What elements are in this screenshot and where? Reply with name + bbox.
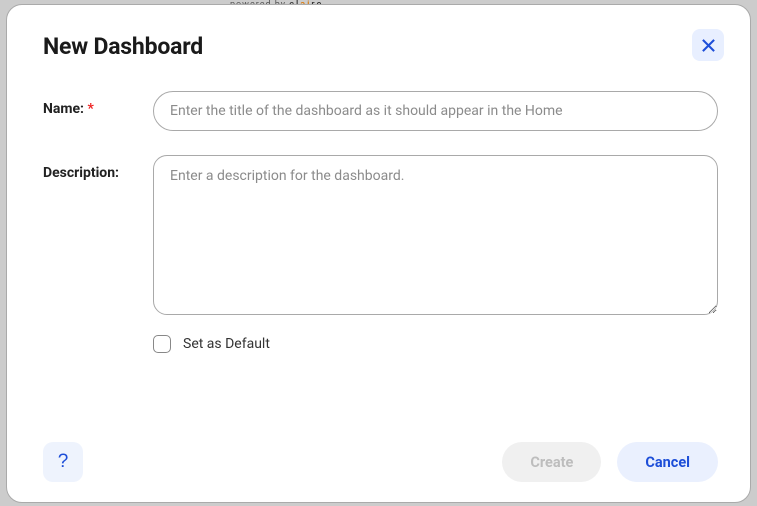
name-input[interactable] (153, 91, 718, 131)
description-input[interactable] (153, 155, 718, 315)
help-button[interactable]: ? (43, 442, 83, 482)
close-icon (701, 38, 716, 53)
default-row: Set as Default (153, 335, 718, 353)
close-button[interactable] (692, 29, 724, 61)
set-default-checkbox[interactable] (153, 335, 171, 353)
cancel-button[interactable]: Cancel (617, 442, 718, 482)
modal-title: New Dashboard (43, 33, 203, 60)
description-label: Description: (43, 155, 153, 181)
modal-footer: ? Create Cancel (43, 430, 718, 482)
form-body: Name: * Description: Set as Default (43, 91, 718, 430)
modal-header: New Dashboard (43, 33, 718, 61)
new-dashboard-modal: New Dashboard Name: * Description: Set a… (6, 4, 751, 503)
set-default-label: Set as Default (183, 336, 270, 352)
name-label: Name: * (43, 91, 153, 117)
name-row: Name: * (43, 91, 718, 131)
create-button[interactable]: Create (502, 442, 601, 482)
description-row: Description: (43, 155, 718, 315)
footer-actions: Create Cancel (502, 442, 718, 482)
required-mark: * (88, 101, 94, 117)
